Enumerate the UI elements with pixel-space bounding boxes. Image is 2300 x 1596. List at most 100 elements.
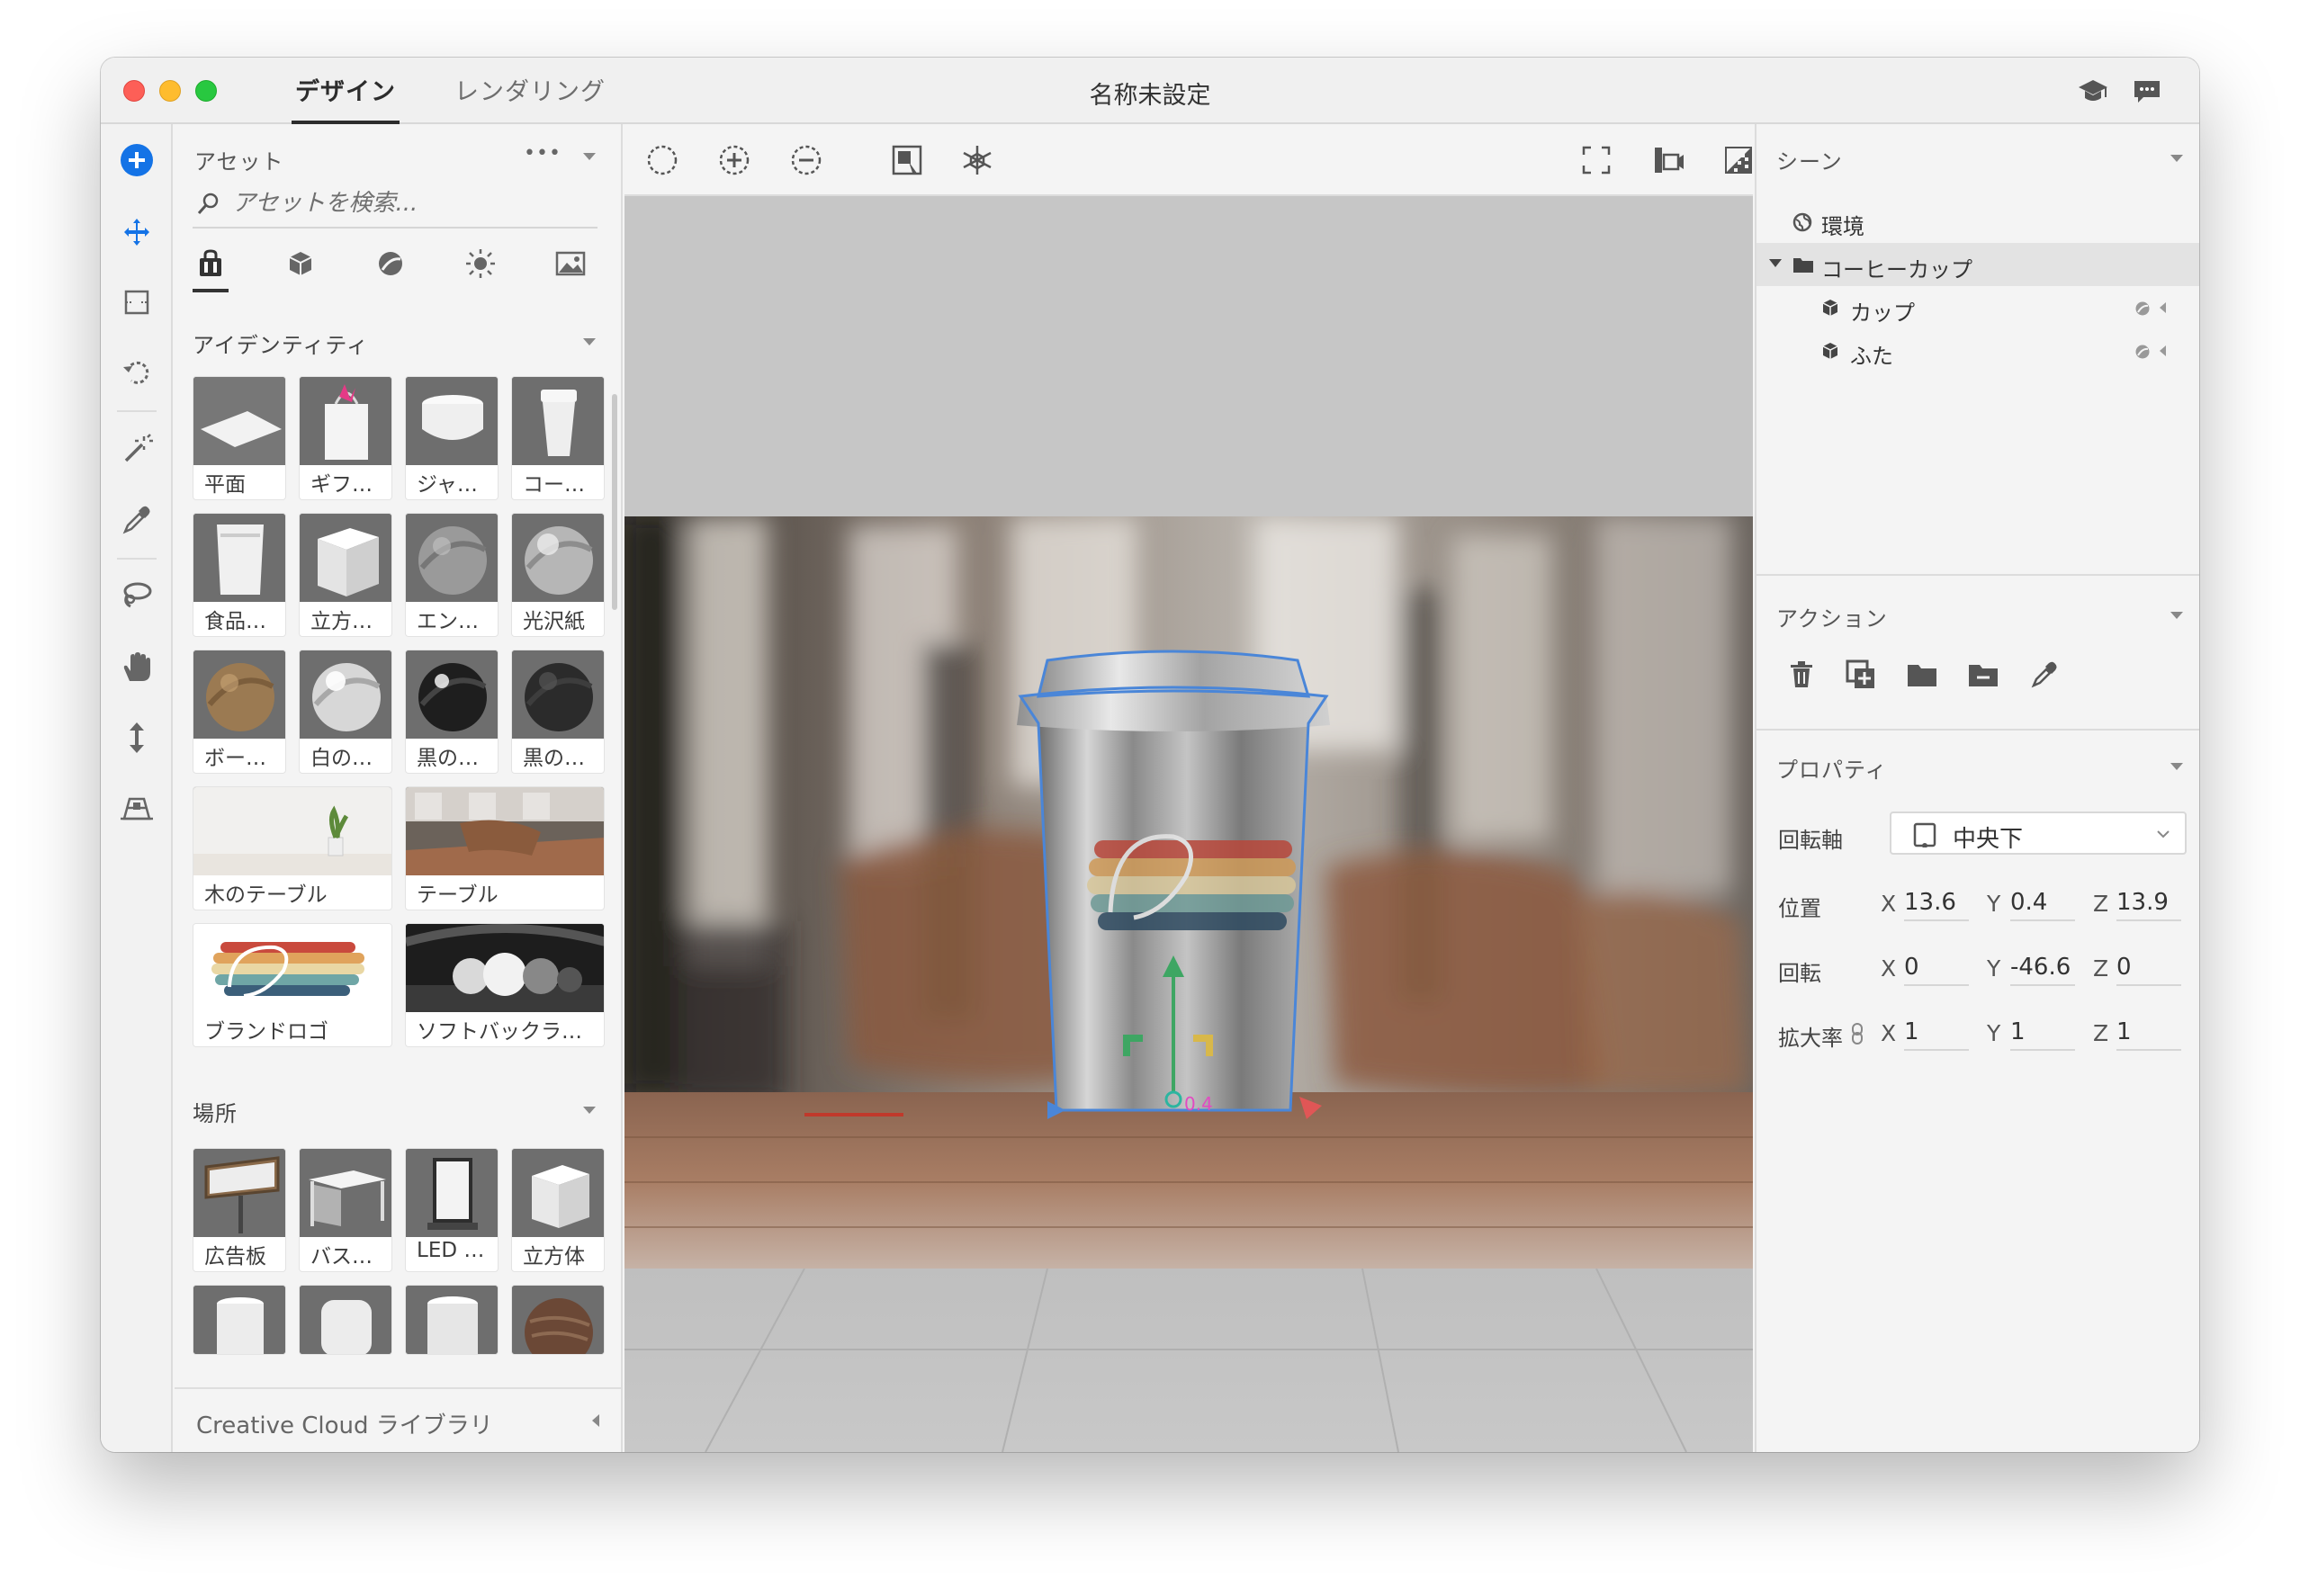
vertical-move-icon[interactable] bbox=[119, 720, 155, 756]
render-preview-icon[interactable] bbox=[1721, 142, 1756, 178]
material-icon[interactable] bbox=[373, 246, 409, 282]
magic-wand-icon[interactable] bbox=[119, 432, 155, 468]
asset-tile-glossy-paper[interactable]: 光沢紙 bbox=[511, 513, 605, 637]
actions-collapse-icon[interactable] bbox=[2170, 612, 2183, 619]
move-select-icon[interactable] bbox=[119, 214, 155, 250]
asset-tile-black-matte[interactable]: 黒の… bbox=[511, 650, 605, 774]
chat-bubble-icon[interactable] bbox=[2131, 76, 2163, 108]
properties-collapse-icon[interactable] bbox=[2170, 763, 2183, 770]
asset-tile-plane[interactable]: 平面 bbox=[193, 376, 286, 500]
soft-backlight-thumbnail bbox=[406, 924, 604, 1012]
asset-label: ソフトバックラ… bbox=[417, 1020, 582, 1043]
rotation-y-field[interactable]: -46.6 bbox=[2010, 950, 2075, 986]
cube-icon[interactable] bbox=[283, 246, 319, 282]
chevron-left-icon bbox=[592, 1414, 599, 1427]
pivot-dropdown[interactable]: 中央下 bbox=[1890, 811, 2187, 855]
asset-tile-table[interactable]: テーブル bbox=[405, 786, 605, 910]
asset-tile-emboss[interactable]: エン… bbox=[405, 513, 499, 637]
rotation-x-field[interactable]: 0 bbox=[1904, 950, 1969, 986]
asset-tile-sphere[interactable] bbox=[511, 1285, 605, 1355]
light-icon[interactable] bbox=[463, 246, 499, 282]
link-icon[interactable] bbox=[1850, 1022, 1864, 1045]
asset-tile-cylinder[interactable] bbox=[193, 1285, 286, 1355]
ungroup-folder-icon[interactable] bbox=[1965, 657, 2001, 693]
group-folder-icon[interactable] bbox=[1904, 657, 1940, 693]
undo-rotate-icon[interactable] bbox=[119, 354, 155, 390]
cube-icon bbox=[1822, 343, 1838, 359]
more-options-button[interactable]: ••• bbox=[524, 142, 562, 165]
asset-tile-led-sign[interactable]: LED … bbox=[405, 1148, 499, 1272]
asset-tile-pedestal[interactable] bbox=[405, 1285, 499, 1355]
asset-label: 光沢紙 bbox=[523, 610, 585, 632]
transform-gizmo-icon[interactable] bbox=[959, 142, 995, 178]
assets-scrollbar[interactable] bbox=[612, 394, 617, 610]
3d-viewport[interactable]: 0.4 bbox=[624, 124, 1753, 1452]
asset-tile-billboard[interactable]: 広告板 bbox=[193, 1148, 286, 1272]
image-icon[interactable] bbox=[553, 246, 588, 282]
asset-tile-gift-bag[interactable]: ギフ… bbox=[299, 376, 392, 500]
asset-tile-coffee-cup[interactable]: コー… bbox=[511, 376, 605, 500]
asset-tile-cube[interactable]: 立方体 bbox=[511, 1148, 605, 1272]
asset-tile-food-pouch[interactable]: 食品… bbox=[193, 513, 286, 637]
position-y-field[interactable]: 0.4 bbox=[2010, 885, 2075, 921]
scene-item-environment[interactable]: 環境 bbox=[1756, 200, 2199, 243]
graduation-cap-icon[interactable] bbox=[2077, 76, 2109, 108]
add-selection-icon[interactable] bbox=[716, 142, 752, 178]
scale-y-axis: Y bbox=[1987, 1020, 2001, 1046]
asset-tile-soft-backlight[interactable]: ソフトバックラ… bbox=[405, 923, 605, 1047]
scene-item-lid[interactable]: ふた bbox=[1756, 329, 2199, 372]
cc-libraries-footer[interactable]: Creative Cloud ライブラリ bbox=[175, 1387, 621, 1452]
section-places-collapse-icon[interactable] bbox=[583, 1107, 596, 1114]
right-panel: シーン 環境 コーヒーカップ カップ ふた アクション プロパティ 回転軸 中央… bbox=[1755, 124, 2199, 1452]
crop-frame-icon[interactable] bbox=[119, 284, 155, 320]
asset-tile-rounded-box[interactable] bbox=[299, 1285, 392, 1355]
frame-object-icon[interactable] bbox=[889, 142, 925, 178]
eyedropper-icon[interactable] bbox=[2026, 657, 2062, 693]
scale-y-field[interactable]: 1 bbox=[2010, 1015, 2075, 1051]
asset-tile-black-glossy[interactable]: 黒の… bbox=[405, 650, 499, 774]
eyedropper-icon[interactable] bbox=[119, 502, 155, 538]
select-ellipse-icon[interactable] bbox=[644, 142, 680, 178]
asset-tile-cube-box[interactable]: 立方… bbox=[299, 513, 392, 637]
scene-collapse-icon[interactable] bbox=[2170, 155, 2183, 162]
lasso-icon[interactable] bbox=[119, 578, 155, 614]
chevron-left-icon[interactable] bbox=[2160, 302, 2166, 313]
trash-icon[interactable] bbox=[1783, 657, 1819, 693]
asset-tile-bus-stop[interactable]: バス… bbox=[299, 1148, 392, 1272]
scale-x-field[interactable]: 1 bbox=[1904, 1015, 1969, 1051]
camera-perspective-icon[interactable] bbox=[119, 790, 155, 826]
add-icon[interactable] bbox=[119, 142, 155, 178]
scene-item-cup[interactable]: カップ bbox=[1756, 286, 2199, 329]
cube-icon bbox=[1822, 300, 1838, 316]
chevron-down-icon[interactable] bbox=[1769, 259, 1782, 267]
section-places-title: 場所 bbox=[193, 1101, 238, 1126]
bag-icon[interactable] bbox=[193, 246, 229, 292]
asset-tile-white-material[interactable]: 白の… bbox=[299, 650, 392, 774]
search-input[interactable] bbox=[232, 184, 592, 223]
material-icon[interactable] bbox=[2134, 344, 2151, 360]
rotation-z-field[interactable]: 0 bbox=[2116, 950, 2181, 986]
camera-bookmark-icon[interactable] bbox=[1650, 142, 1686, 178]
subtract-selection-icon[interactable] bbox=[788, 142, 824, 178]
asset-label: 立方… bbox=[310, 610, 373, 632]
position-z-field[interactable]: 13.9 bbox=[2116, 885, 2181, 921]
chevron-down-icon bbox=[2157, 830, 2170, 838]
asset-tile-board[interactable]: ボー… bbox=[193, 650, 286, 774]
asset-tile-wood-table[interactable]: 木のテーブル bbox=[193, 786, 392, 910]
fullscreen-icon[interactable] bbox=[1578, 142, 1614, 178]
asset-tile-jar[interactable]: ジャ… bbox=[405, 376, 499, 500]
scale-z-field[interactable]: 1 bbox=[2116, 1015, 2181, 1051]
hand-icon[interactable] bbox=[119, 650, 155, 686]
assets-panel: アセット ••• アイデンティティ bbox=[175, 124, 623, 1452]
panel-divider bbox=[1756, 574, 2199, 576]
wood-table-thumbnail bbox=[193, 787, 391, 875]
assets-collapse-icon[interactable] bbox=[583, 153, 596, 160]
position-x-field[interactable]: 13.6 bbox=[1904, 885, 1969, 921]
material-icon[interactable] bbox=[2134, 300, 2151, 317]
viewport-toolbar bbox=[624, 124, 1753, 196]
asset-tile-brand-logo[interactable]: ブランドロゴ bbox=[193, 923, 392, 1047]
chevron-left-icon[interactable] bbox=[2160, 345, 2166, 356]
duplicate-icon[interactable] bbox=[1843, 657, 1879, 693]
scene-item-coffee-cup-group[interactable]: コーヒーカップ bbox=[1756, 243, 2199, 286]
section-identity-collapse-icon[interactable] bbox=[583, 338, 596, 345]
